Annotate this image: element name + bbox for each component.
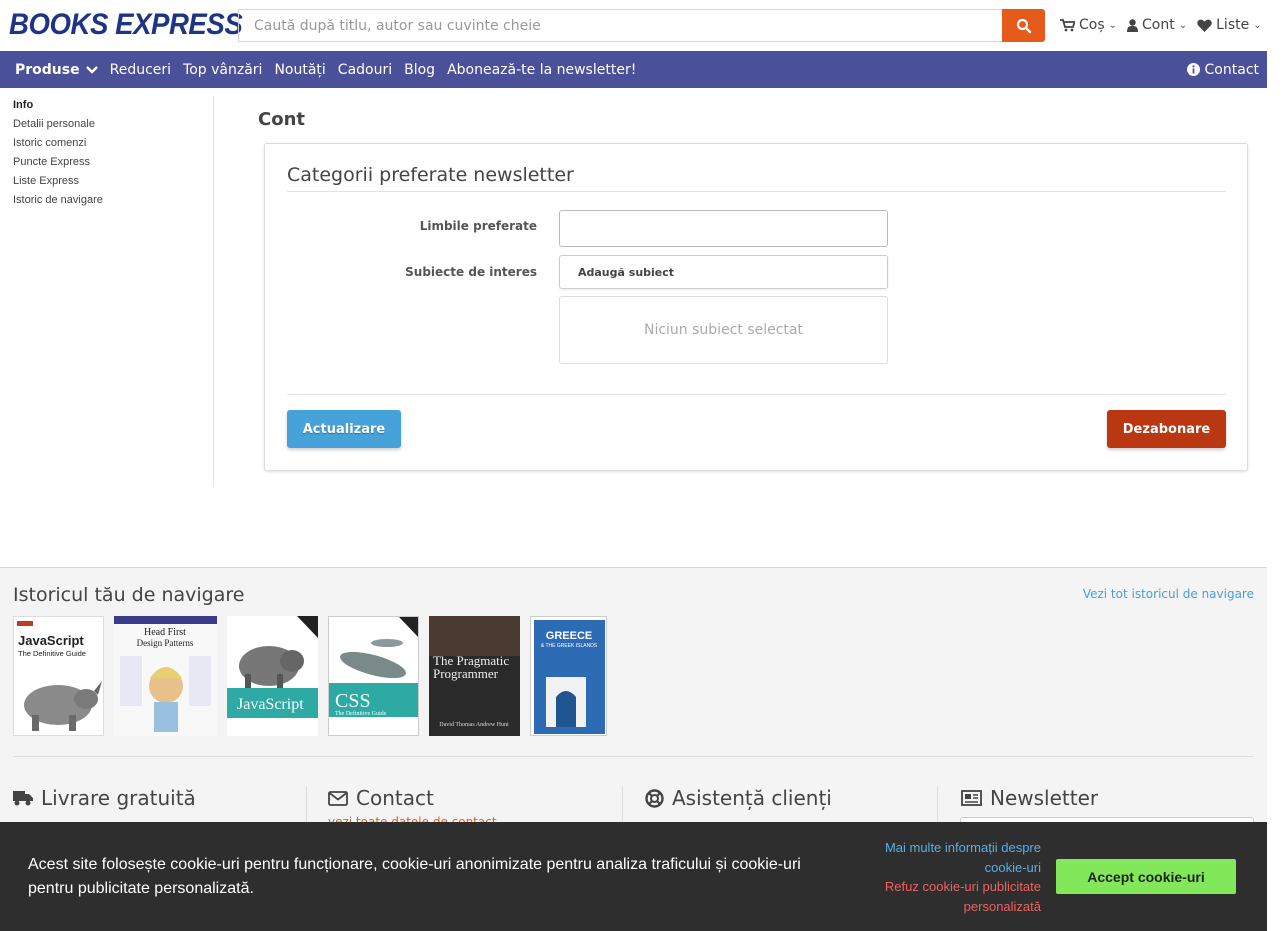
book-cover[interactable]: The Pragmatic Programmer David Thomas An… [429, 616, 520, 736]
sidebar-item-personal-details[interactable]: Detalii personale [0, 115, 213, 134]
cookie-banner: Acest site folosește cookie-uri pentru f… [0, 822, 1267, 931]
cookie-message: Acest site folosește cookie-uri pentru f… [28, 856, 801, 897]
account-label: Cont [1142, 17, 1175, 33]
divider [287, 191, 1226, 192]
cart-icon [1060, 18, 1075, 31]
search-icon [1016, 18, 1031, 33]
history-title: Istoricul tău de navigare [13, 584, 245, 606]
user-icon [1127, 18, 1139, 32]
book-subtitle: Design Patterns [137, 638, 194, 648]
nav-gifts[interactable]: Cadouri [338, 62, 392, 78]
chevron-down-icon: ⌄ [1178, 19, 1188, 31]
cart-label: Coș [1079, 17, 1105, 33]
footer-support: Asistență clienți [645, 786, 832, 810]
header-links: Coș ⌄ Cont ⌄ Liste ⌄ [1060, 17, 1262, 33]
nav-discounts[interactable]: Reduceri [110, 62, 171, 78]
sidebar-item-info[interactable]: Info [0, 96, 213, 115]
main-nav: Produse Reduceri Top vânzări Noutăți Cad… [0, 51, 1267, 88]
page-title: Cont [258, 109, 305, 130]
site-logo[interactable]: BOOKS EXPRESS [9, 8, 243, 42]
book-cover[interactable]: GREECE & THE GREEK ISLANDS [530, 616, 607, 736]
unsubscribe-button[interactable]: Dezabonare [1107, 410, 1226, 448]
top-bar: BOOKS EXPRESS Caută după titlu, autor sa… [0, 0, 1267, 51]
chevron-down-icon [85, 65, 98, 74]
footer-contact: Contact [328, 786, 434, 810]
search-button[interactable] [1002, 9, 1045, 42]
selected-subjects-box: Niciun subiect selectat [559, 296, 888, 364]
accept-cookies-button[interactable]: Accept cookie-uri [1056, 859, 1236, 894]
search-bar: Caută după titlu, autor sau cuvinte chei… [238, 9, 1045, 42]
book-cover-art: GREECE & THE GREEK ISLANDS [531, 617, 606, 735]
nav-new[interactable]: Noutăți [274, 62, 325, 78]
book-cover-art: JavaScript [227, 616, 318, 736]
footer-newsletter: Newsletter [960, 786, 1098, 810]
book-title: JavaScript [237, 696, 304, 713]
add-subject-select[interactable]: Adaugă subiect [559, 255, 888, 289]
panel-title: Categorii preferate newsletter [287, 164, 574, 186]
book-subtitle: David Thomas Andrew Hunt [439, 722, 509, 728]
subjects-label: Subiecte de interes [405, 265, 537, 279]
cart-menu[interactable]: Coș ⌄ [1060, 17, 1117, 33]
truck-icon [13, 791, 33, 806]
envelope-icon [328, 790, 348, 806]
footer-delivery-label: Livrare gratuită [41, 786, 196, 810]
newsletter-preferences-panel: Categorii preferate newsletter Limbile p… [264, 143, 1248, 471]
footer-newsletter-label: Newsletter [990, 786, 1099, 810]
book-cover[interactable]: CSS The Definitive Guide [328, 616, 419, 736]
account-sidebar: Info Detalii personale Istoric comenzi P… [0, 96, 214, 487]
book-cover-art: CSS The Definitive Guide [329, 617, 418, 735]
book-subtitle: The Definitive Guide [335, 710, 387, 717]
nav-top-sales[interactable]: Top vânzări [183, 62, 262, 78]
account-menu[interactable]: Cont ⌄ [1127, 17, 1187, 33]
languages-input[interactable] [559, 210, 888, 247]
book-cover-art: The Pragmatic Programmer David Thomas An… [429, 616, 520, 736]
sidebar-item-order-history[interactable]: Istoric comenzi [0, 134, 213, 153]
heart-icon [1197, 19, 1212, 32]
languages-label: Limbile preferate [419, 219, 537, 233]
book-title: GREECE [546, 630, 592, 642]
book-subtitle: The Definitive Guide [18, 649, 86, 658]
newspaper-icon [961, 790, 982, 806]
nav-newsletter[interactable]: Abonează-te la newsletter! [447, 62, 636, 78]
book-title: CSS [335, 690, 371, 712]
book-cover[interactable]: JavaScript [227, 616, 318, 736]
search-input[interactable]: Caută după titlu, autor sau cuvinte chei… [238, 9, 1003, 42]
cookie-more-info-link[interactable]: Mai multe informații despre cookie-uri [841, 838, 1041, 877]
lists-label: Liste [1216, 17, 1250, 33]
nav-contact-label: Contact [1204, 61, 1259, 78]
see-all-history-link[interactable]: Vezi tot istoricul de navigare [1083, 587, 1254, 601]
chevron-down-icon: ⌄ [1253, 19, 1262, 31]
footer-support-label: Asistență clienți [672, 786, 832, 810]
book-title: JavaScript [18, 633, 84, 648]
info-icon [1186, 63, 1200, 76]
book-subtitle: & THE GREEK ISLANDS [541, 643, 598, 649]
nav-products-label: Produse [15, 61, 80, 78]
book-cover-art: Head First Design Patterns [114, 616, 217, 736]
sidebar-item-browsing-history[interactable]: Istoric de navigare [0, 191, 213, 210]
lifebuoy-icon [645, 788, 664, 808]
book-cover[interactable]: JavaScript The Definitive Guide [13, 616, 104, 736]
update-button[interactable]: Actualizare [287, 410, 401, 448]
footer-contact-label: Contact [356, 786, 434, 810]
nav-products[interactable]: Produse [15, 62, 98, 78]
book-cover-art: JavaScript The Definitive Guide [17, 621, 102, 731]
book-title: Head First [144, 627, 186, 638]
cookie-refuse-link[interactable]: Refuz cookie-uri publicitate personaliza… [841, 877, 1041, 916]
divider [13, 756, 1254, 757]
nav-contact[interactable]: Contact [1186, 51, 1259, 88]
sidebar-item-express-lists[interactable]: Liste Express [0, 172, 213, 191]
book-cover[interactable]: Head First Design Patterns [114, 616, 217, 736]
chevron-down-icon: ⌄ [1108, 19, 1118, 31]
book-title: The Pragmatic Programmer [433, 654, 510, 681]
nav-blog[interactable]: Blog [404, 62, 435, 78]
footer-delivery: Livrare gratuită [13, 786, 196, 810]
lists-menu[interactable]: Liste ⌄ [1197, 17, 1262, 33]
sidebar-item-express-points[interactable]: Puncte Express [0, 153, 213, 172]
divider [287, 394, 1226, 395]
